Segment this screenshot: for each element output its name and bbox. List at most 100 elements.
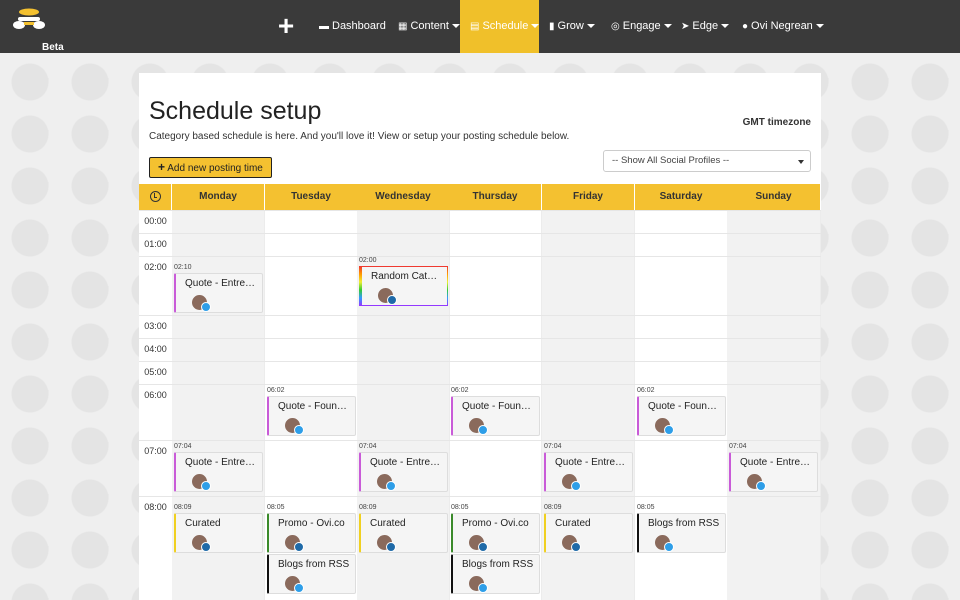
post-category-title: Quote - Foun… <box>648 401 717 412</box>
add-posting-time-button[interactable]: + Add new posting time <box>149 157 272 178</box>
scheduled-post-card[interactable]: Promo - Ovi.co <box>267 513 356 553</box>
beta-label: Beta <box>42 42 64 53</box>
post-time: 06:02 <box>267 387 285 394</box>
scheduled-post-card[interactable]: Quote - Entre… <box>174 452 263 492</box>
post-time: 08:09 <box>359 504 377 511</box>
post-category-title: Random Cat… <box>371 271 438 282</box>
nav-label: Edge <box>692 20 719 32</box>
chevron-down-icon <box>815 24 824 29</box>
nav-label: Schedule <box>482 20 529 32</box>
nav-label: Ovi Negrean <box>751 20 813 32</box>
scheduled-post-card[interactable]: Quote - Entre… <box>174 273 263 313</box>
linkedin-icon <box>571 542 581 552</box>
target-icon: ◎ <box>611 21 620 32</box>
row-divider <box>139 338 821 339</box>
hour-label: 06:00 <box>144 390 167 400</box>
day-header-friday: Friday <box>542 184 635 210</box>
row-divider <box>139 496 821 497</box>
hour-label: 03:00 <box>144 321 167 331</box>
scheduled-post-card[interactable]: Curated <box>544 513 633 553</box>
calendar-icon: ▤ <box>470 21 480 32</box>
briefcase-icon: ▬ <box>319 21 329 32</box>
post-category-title: Quote - Foun… <box>278 401 347 412</box>
post-time: 08:09 <box>174 504 192 511</box>
nav-grow[interactable]: ▮ Grow <box>549 0 595 53</box>
twitter-icon <box>756 481 766 491</box>
post-time: 07:04 <box>174 443 192 450</box>
hour-label: 07:00 <box>144 446 167 456</box>
day-header-monday: Monday <box>172 184 265 210</box>
post-category-title: Promo - Ovi.co <box>278 518 345 529</box>
scheduled-post-card[interactable]: Curated <box>359 513 448 553</box>
twitter-icon <box>201 481 211 491</box>
scheduled-post-card[interactable]: Quote - Entre… <box>544 452 633 492</box>
hour-label: 04:00 <box>144 344 167 354</box>
hour-label: 05:00 <box>144 367 167 377</box>
linkedin-icon <box>478 542 488 552</box>
twitter-icon <box>478 583 488 593</box>
post-category-title: Curated <box>555 518 591 529</box>
scheduled-post-card[interactable]: Quote - Foun… <box>451 396 540 436</box>
row-divider <box>139 315 821 316</box>
post-category-title: Blogs from RSS <box>278 559 350 570</box>
nav-label: Dashboard <box>332 20 386 32</box>
twitter-icon <box>664 542 674 552</box>
scheduled-post-card[interactable]: Quote - Foun… <box>267 396 356 436</box>
post-category-title: Quote - Foun… <box>462 401 531 412</box>
day-header-tuesday: Tuesday <box>265 184 358 210</box>
row-divider <box>139 233 821 234</box>
linkedin-icon <box>294 542 304 552</box>
page-title: Schedule setup <box>149 97 322 125</box>
post-category-title: Quote - Entre… <box>370 457 441 468</box>
post-time: 02:00 <box>359 257 377 264</box>
hour-label: 02:00 <box>144 262 167 272</box>
post-time: 06:02 <box>637 387 655 394</box>
linkedin-icon <box>386 542 396 552</box>
nav-label: Content <box>410 20 449 32</box>
select-value: -- Show All Social Profiles -- <box>612 155 730 166</box>
logo[interactable]: Beta <box>10 8 64 53</box>
nav-engage[interactable]: ◎ Engage <box>611 0 672 53</box>
nav-content[interactable]: ▦ Content <box>398 0 460 53</box>
user-icon: ● <box>742 21 749 32</box>
nav-edge[interactable]: ➤ Edge <box>681 0 730 53</box>
post-time: 08:05 <box>637 504 655 511</box>
nav-dashboard[interactable]: ▬ Dashboard <box>319 0 386 53</box>
post-category-title: Blogs from RSS <box>648 518 720 529</box>
twitter-icon <box>664 425 674 435</box>
chevron-down-icon <box>721 24 730 29</box>
scheduled-post-card[interactable]: Quote - Entre… <box>359 452 448 492</box>
row-divider <box>139 361 821 362</box>
nav-schedule[interactable]: ▤ Schedule <box>460 0 540 53</box>
scheduled-post-card[interactable]: Curated <box>174 513 263 553</box>
nav-label: Engage <box>622 20 661 32</box>
post-category-title: Quote - Entre… <box>185 278 256 289</box>
post-time: 08:05 <box>267 504 285 511</box>
scheduled-post-card[interactable]: Random Cat… <box>359 266 448 306</box>
chevron-down-icon <box>531 24 540 29</box>
social-profile-select[interactable]: -- Show All Social Profiles -- <box>603 150 811 172</box>
scheduled-post-card[interactable]: Blogs from RSS <box>451 554 540 594</box>
day-header-sunday: Sunday <box>727 184 821 210</box>
hour-label: 08:00 <box>144 502 167 512</box>
twitter-icon <box>294 425 304 435</box>
post-category-title: Quote - Entre… <box>740 457 811 468</box>
scheduled-post-card[interactable]: Promo - Ovi.co <box>451 513 540 553</box>
twitter-icon <box>294 583 304 593</box>
post-category-title: Promo - Ovi.co <box>462 518 529 529</box>
quick-add-button[interactable]: + <box>272 10 300 42</box>
clock-header <box>139 184 172 210</box>
scheduled-post-card[interactable]: Quote - Foun… <box>637 396 726 436</box>
post-time: 08:09 <box>544 504 562 511</box>
scheduled-post-card[interactable]: Blogs from RSS <box>637 513 726 553</box>
add-button-label: Add new posting time <box>167 163 263 174</box>
day-column[interactable] <box>727 210 821 600</box>
clock-icon <box>150 191 161 202</box>
post-time: 08:05 <box>451 504 469 511</box>
post-time: 07:04 <box>359 443 377 450</box>
chevron-down-icon <box>663 24 672 29</box>
linkedin-icon <box>387 295 397 305</box>
scheduled-post-card[interactable]: Blogs from RSS <box>267 554 356 594</box>
nav-user-menu[interactable]: ● Ovi Negrean <box>742 0 824 53</box>
scheduled-post-card[interactable]: Quote - Entre… <box>729 452 818 492</box>
